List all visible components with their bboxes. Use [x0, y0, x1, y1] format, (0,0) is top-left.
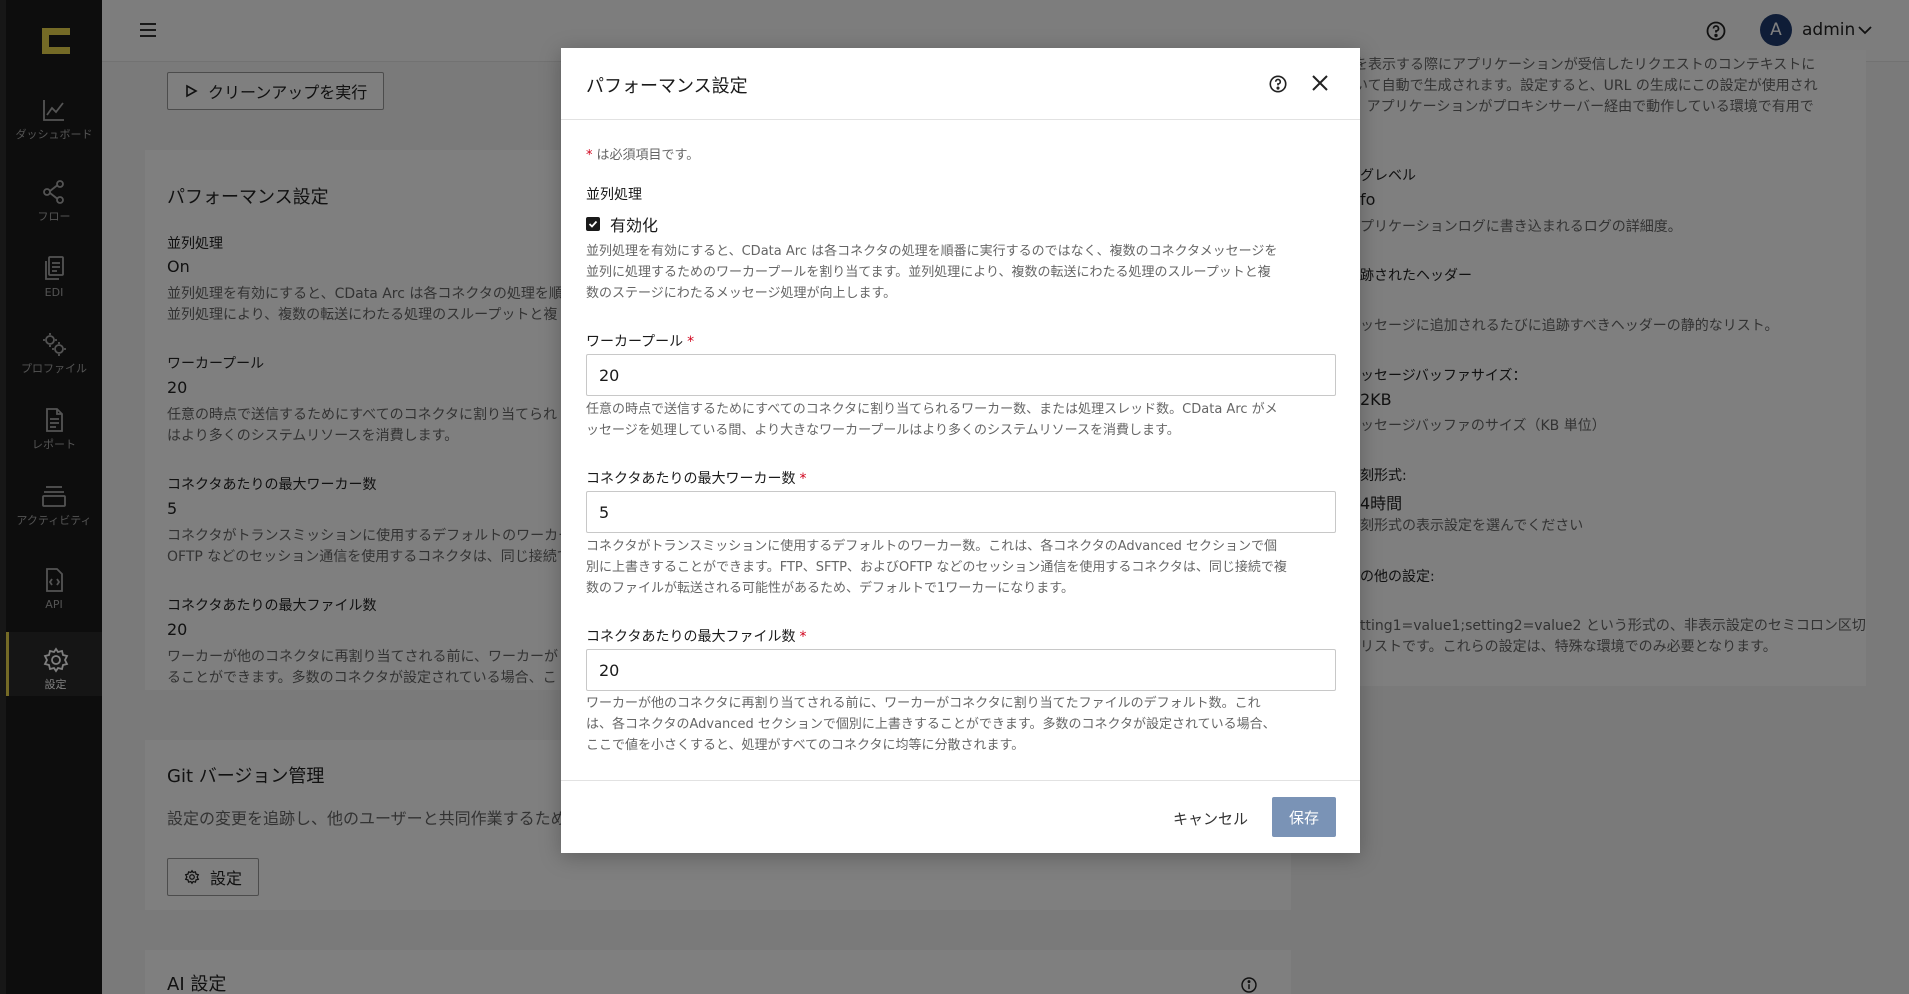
help-line: 並列に処理するためのワーカープールを割り当てます。並列処理により、複数の転送にわ…	[586, 265, 1271, 280]
help-line: 並列処理を有効にすると、CData Arc は各コネクタの処理を順番に実行するの…	[586, 244, 1278, 259]
worker-pool-input[interactable]	[586, 354, 1336, 396]
dialog-title: パフォーマンス設定	[586, 76, 748, 97]
close-icon[interactable]	[1309, 72, 1331, 94]
help-line: ワーカーが他のコネクタに再割り当てされる前に、ワーカーがコネクタに割り当てたファ…	[586, 696, 1261, 711]
help-line: は、各コネクタのAdvanced セクションで個別に上書きすることができます。多…	[586, 717, 1276, 732]
worker-pool-label-text: ワーカープール	[586, 334, 684, 350]
worker-pool-help: 任意の時点で送信するためにすべてのコネクタに割り当てられるワーカー数、または処理…	[586, 399, 1336, 441]
help-line: 数のステージにわたるメッセージ処理が向上します。	[586, 286, 897, 301]
checkbox-label[interactable]: 有効化	[610, 212, 658, 236]
max-workers-label: コネクタあたりの最大ワーカー数 *	[586, 468, 806, 488]
max-workers-help: コネクタがトランスミッションに使用するデフォルトのワーカー数。これは、各コネクタ…	[586, 536, 1336, 599]
required-star: *	[586, 148, 593, 163]
help-line: コネクタがトランスミッションに使用するデフォルトのワーカー数。これは、各コネクタ…	[586, 539, 1278, 554]
help-line: 任意の時点で送信するためにすべてのコネクタに割り当てられるワーカー数、または処理…	[586, 402, 1278, 417]
required-star: *	[799, 471, 807, 487]
max-files-input[interactable]	[586, 649, 1336, 691]
parallel-label: 並列処理	[586, 187, 642, 203]
worker-pool-label: ワーカープール *	[586, 331, 694, 351]
dialog-header: パフォーマンス設定	[561, 48, 1360, 120]
save-button[interactable]: 保存	[1272, 797, 1336, 837]
performance-settings-dialog: パフォーマンス設定 * は必須項目です。 並列処理 有効化 並列処理を有効にすると…	[561, 48, 1360, 853]
parallel-help: 並列処理を有効にすると、CData Arc は各コネクタの処理を順番に実行するの…	[586, 241, 1336, 304]
required-note: * は必須項目です。	[586, 144, 699, 163]
max-files-help: ワーカーが他のコネクタに再割り当てされる前に、ワーカーがコネクタに割り当てたファ…	[586, 693, 1336, 756]
checkbox-checked-icon[interactable]	[586, 217, 600, 231]
help-icon[interactable]	[1268, 74, 1288, 94]
max-workers-label-text: コネクタあたりの最大ワーカー数	[586, 471, 796, 487]
cancel-button[interactable]: キャンセル	[1163, 799, 1258, 837]
max-files-label-text: コネクタあたりの最大ファイル数	[586, 629, 796, 645]
max-workers-input[interactable]	[586, 491, 1336, 533]
help-line: ッセージを処理している間、より大きなワーカープールはより多くのシステムリソースを…	[586, 423, 1180, 438]
help-line: 別に上書きすることができます。FTP、SFTP、およびOFTP などのセッション…	[586, 560, 1287, 575]
required-star: *	[687, 334, 695, 350]
dialog-footer: キャンセル 保存	[561, 780, 1360, 853]
parallel-enable-checkbox[interactable]: 有効化	[586, 212, 658, 236]
help-line: 数のファイルが転送される可能性があるため、デフォルトで1ワーカーになります。	[586, 581, 1074, 596]
help-line: ここで値を小さくすると、処理がすべてのコネクタに均等に分散されます。	[586, 738, 1025, 753]
required-note-text: は必須項目です。	[596, 148, 700, 163]
required-star: *	[799, 629, 807, 645]
max-files-label: コネクタあたりの最大ファイル数 *	[586, 626, 806, 646]
